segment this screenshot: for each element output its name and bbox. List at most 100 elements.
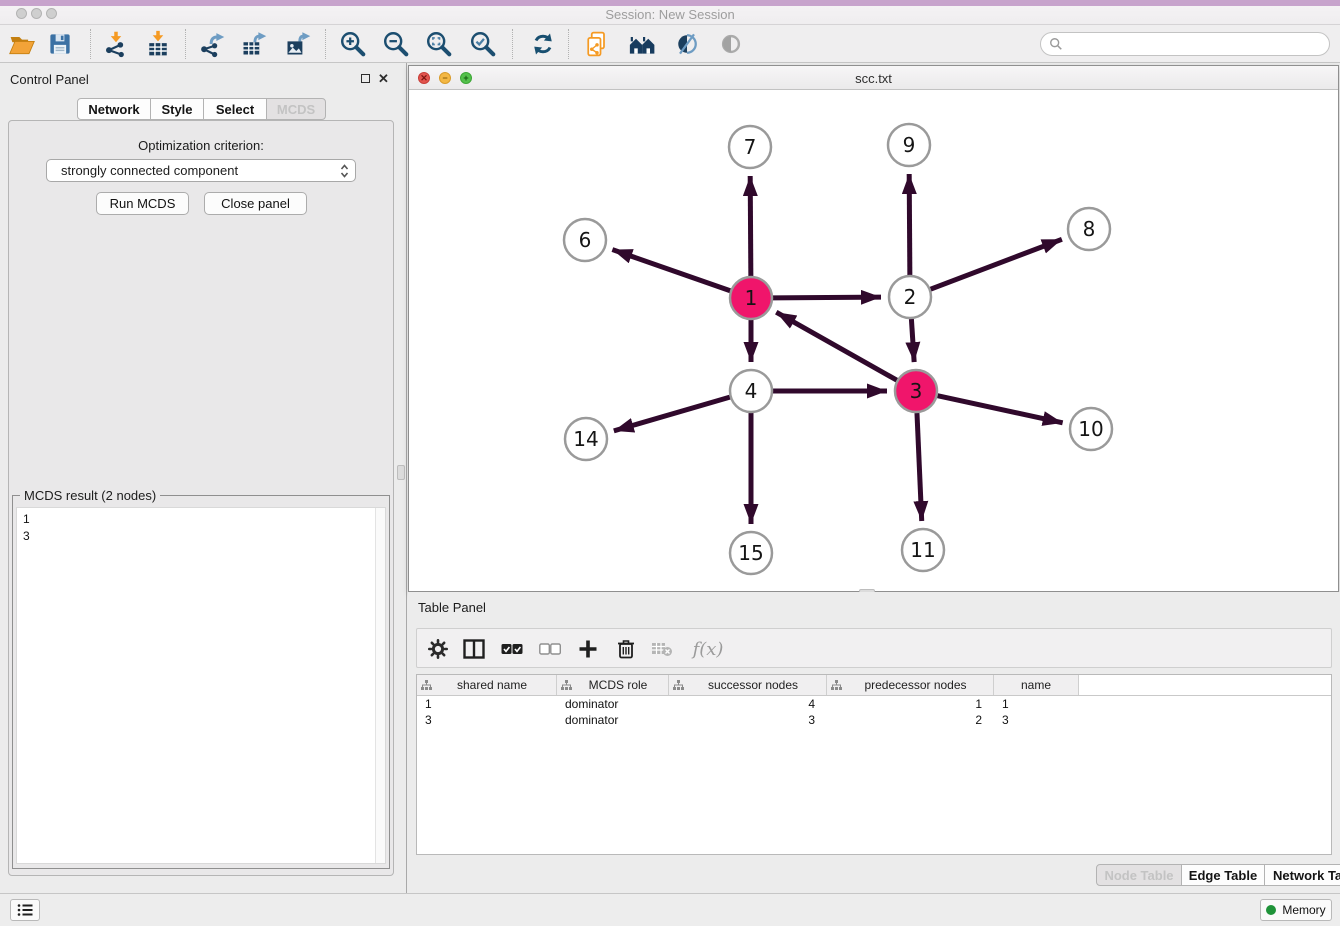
graph-node-label: 3 [910,379,923,403]
control-panel-tabs: Network Style Select MCDS [77,98,326,120]
column-header-MCDS-role[interactable]: MCDS role [557,675,669,695]
zoom-selected-icon[interactable] [466,27,500,61]
float-panel-icon[interactable] [361,74,370,83]
criterion-select[interactable]: strongly connected component [46,159,356,182]
toolbar-separator [568,29,569,59]
memory-button[interactable]: Memory [1260,899,1332,921]
toolbar-separator [325,29,326,59]
table-options-icon[interactable] [425,636,451,662]
graph-edge-2-8[interactable] [931,239,1062,289]
memory-label: Memory [1282,903,1325,917]
node-table-header: shared nameMCDS rolesuccessor nodesprede… [417,675,1331,696]
tab-style[interactable]: Style [150,98,204,120]
hierarchy-icon [421,680,432,691]
hide-selected-icon[interactable] [670,27,704,61]
graph-edge-3-1[interactable] [776,312,897,380]
create-column-icon[interactable] [575,636,601,662]
table-cell: 1 [417,696,557,712]
mcds-result-title: MCDS result (2 nodes) [20,488,160,503]
open-session-icon[interactable] [5,27,39,61]
table-toolbar: f(x) [416,628,1332,668]
table-row[interactable]: 1dominator411 [417,696,1331,712]
tab-node-table[interactable]: Node Table [1096,864,1182,886]
tab-network-table[interactable]: Network Table [1264,864,1340,886]
close-panel-icon[interactable]: ✕ [378,73,389,84]
clone-network-icon[interactable] [580,27,614,61]
column-header-successor-nodes[interactable]: successor nodes [669,675,827,695]
apply-layout-icon[interactable] [526,27,560,61]
graph-edge-1-6[interactable] [612,250,730,291]
table-row[interactable]: 3dominator323 [417,712,1331,728]
tab-network[interactable]: Network [77,98,151,120]
network-window-titlebar[interactable]: ✕ − + scc.txt [409,66,1338,90]
import-network-icon[interactable] [99,27,133,61]
graph-node-label: 8 [1083,217,1096,241]
table-panel: Table Panel ✕ f(x) [408,592,1340,893]
zoom-out-icon[interactable] [379,27,413,61]
select-all-columns-icon[interactable] [499,636,525,662]
graph-edge-1-7[interactable] [750,176,751,276]
home-overview-icon[interactable] [626,27,660,61]
tab-edge-table[interactable]: Edge Table [1181,864,1265,886]
vertical-splitter-handle[interactable] [397,465,405,480]
table-cell: 3 [417,712,557,728]
graph-edge-3-11[interactable] [917,413,922,521]
status-bar: Memory [0,893,1340,926]
graph-edge-2-3[interactable] [911,319,914,362]
main-toolbar [0,25,1340,63]
save-session-icon[interactable] [43,27,77,61]
tab-mcds[interactable]: MCDS [266,98,326,120]
network-view-window: ✕ − + scc.txt 1234678910111415 [408,65,1339,592]
result-line: 1 [23,511,379,528]
table-cell: 3 [994,712,1079,728]
network-graph[interactable]: 1234678910111415 [409,90,1338,591]
export-image-icon[interactable] [281,27,315,61]
graph-edge-4-14[interactable] [614,397,730,431]
zoom-fit-icon[interactable] [422,27,456,61]
column-header-shared-name[interactable]: shared name [417,675,557,695]
graph-node-label: 14 [573,427,598,451]
run-mcds-button[interactable]: Run MCDS [96,192,189,215]
table-cell: dominator [557,712,669,728]
tab-select[interactable]: Select [203,98,267,120]
graph-node-label: 9 [903,133,916,157]
task-list-icon [17,903,33,917]
zoom-in-icon[interactable] [336,27,370,61]
mcds-result-textarea[interactable]: 1 3 [16,507,386,864]
graph-node-label: 6 [579,228,592,252]
control-panel: Control Panel ✕ Network Style Select MCD… [0,63,407,893]
graph-edge-2-9[interactable] [909,174,910,275]
table-cell: 1 [827,696,994,712]
toolbar-separator [185,29,186,59]
column-header-name[interactable]: name [994,675,1079,695]
window-title: Session: New Session [0,7,1340,22]
graph-node-label: 11 [910,538,935,562]
show-column-panel-icon[interactable] [461,636,487,662]
table-panel-title: Table Panel [418,600,486,615]
result-line: 3 [23,528,379,545]
delete-columns-icon[interactable] [613,636,639,662]
criterion-value: strongly connected component [61,163,340,178]
search-input[interactable] [1040,32,1330,56]
node-table: shared nameMCDS rolesuccessor nodesprede… [416,674,1332,855]
application-window: Session: New Session [0,0,1340,926]
close-panel-button[interactable]: Close panel [204,192,307,215]
network-canvas[interactable]: 1234678910111415 [409,90,1338,591]
result-scrollbar[interactable] [375,508,385,863]
graph-edge-3-10[interactable] [937,396,1062,423]
export-network-icon[interactable] [195,27,229,61]
column-header-predecessor-nodes[interactable]: predecessor nodes [827,675,994,695]
graph-node-label: 10 [1078,417,1103,441]
graph-edge-1-2[interactable] [773,297,881,298]
main-titlebar: Session: New Session [0,0,1340,25]
export-table-icon[interactable] [237,27,271,61]
mcds-result-lines: 1 3 [17,508,385,548]
graph-node-label: 2 [904,285,917,309]
mcds-result-group: MCDS result (2 nodes) 1 3 [12,495,390,869]
mcds-panel: Optimization criterion: strongly connect… [8,120,394,876]
deselect-all-columns-icon[interactable] [537,636,563,662]
table-cell: dominator [557,696,669,712]
graph-node-label: 15 [738,541,763,565]
task-history-button[interactable] [10,899,40,921]
import-table-icon[interactable] [141,27,175,61]
